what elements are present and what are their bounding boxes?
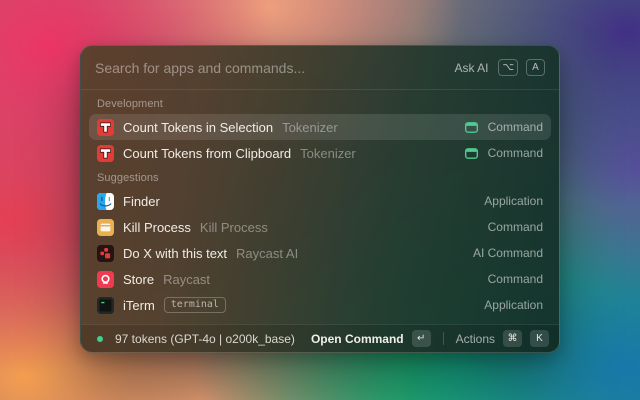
actions-button[interactable]: Actions	[456, 332, 495, 346]
item-subtitle: Raycast AI	[236, 246, 298, 261]
tokenizer-icon	[97, 119, 114, 136]
item-title: iTerm	[123, 298, 155, 313]
finder-icon	[97, 193, 114, 210]
list-item[interactable]: Kill Process Kill Process Command	[89, 214, 551, 240]
list-item[interactable]: Count Tokens in Selection Tokenizer Comm…	[89, 114, 551, 140]
item-subtitle: Raycast	[163, 272, 210, 287]
item-type: Command	[488, 220, 543, 234]
token-status-text: 97 tokens (GPT-4o | o200k_base)	[115, 332, 295, 346]
ask-ai-label[interactable]: Ask AI	[454, 61, 488, 75]
item-title: Kill Process	[123, 220, 191, 235]
command-window-icon	[464, 120, 479, 135]
item-subtitle: Tokenizer	[282, 120, 338, 135]
status-dot-icon	[97, 336, 103, 342]
open-command-button[interactable]: Open Command	[311, 332, 404, 346]
search-input[interactable]	[95, 60, 446, 76]
k-key-badge: K	[530, 330, 549, 347]
return-key-icon: ↵	[412, 330, 431, 347]
action-bar: 97 tokens (GPT-4o | o200k_base) Open Com…	[81, 324, 559, 352]
list-item[interactable]: Do X with this text Raycast AI AI Comman…	[89, 240, 551, 266]
item-type: Command	[488, 146, 543, 160]
list-item[interactable]: Store Raycast Command	[89, 266, 551, 292]
item-type: Application	[484, 194, 543, 208]
list-item[interactable]: Finder Application	[89, 188, 551, 214]
section-header-suggestions: Suggestions	[89, 166, 551, 188]
item-type: Command	[488, 272, 543, 286]
raycast-ai-icon	[97, 245, 114, 262]
item-type: Command	[488, 120, 543, 134]
list-item[interactable]: iTerm terminal Application	[89, 292, 551, 318]
command-key-icon: ⌘	[503, 330, 522, 347]
item-title: Do X with this text	[123, 246, 227, 261]
command-window-icon	[464, 146, 479, 161]
store-icon	[97, 271, 114, 288]
terminal-badge: terminal	[164, 297, 226, 313]
iterm-icon	[97, 297, 114, 314]
item-type: AI Command	[473, 246, 543, 260]
raycast-launcher-window: Ask AI ⌥ A Development Count Tokens in S…	[80, 45, 560, 353]
kill-process-icon	[97, 219, 114, 236]
item-title: Count Tokens in Selection	[123, 120, 273, 135]
item-type: Application	[484, 298, 543, 312]
item-title: Count Tokens from Clipboard	[123, 146, 291, 161]
section-header-development: Development	[89, 92, 551, 114]
tokenizer-icon	[97, 145, 114, 162]
item-subtitle: Tokenizer	[300, 146, 356, 161]
item-title: Store	[123, 272, 154, 287]
option-key-icon: ⌥	[498, 59, 518, 76]
results-list: Development Count Tokens in Selection To…	[81, 90, 559, 324]
item-subtitle: Kill Process	[200, 220, 268, 235]
footer-divider	[443, 332, 444, 345]
item-title: Finder	[123, 194, 160, 209]
a-key-badge: A	[526, 59, 545, 76]
list-item[interactable]: Count Tokens from Clipboard Tokenizer Co…	[89, 140, 551, 166]
search-bar: Ask AI ⌥ A	[81, 46, 559, 89]
